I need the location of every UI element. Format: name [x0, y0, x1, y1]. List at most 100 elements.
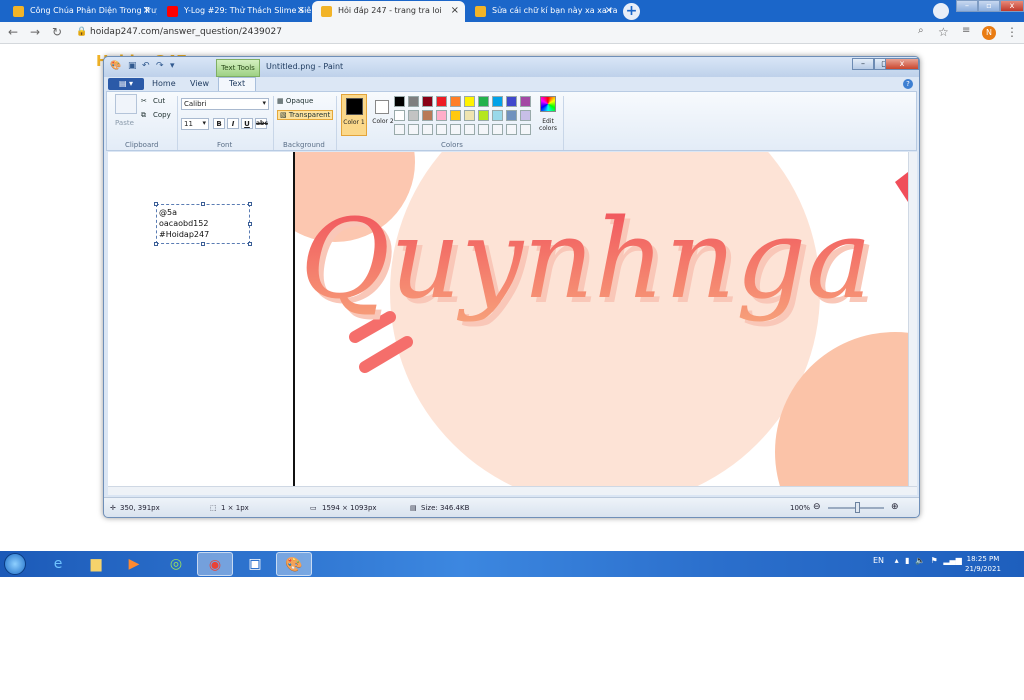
paste-icon[interactable] — [115, 94, 137, 114]
tab-home[interactable]: Home — [152, 79, 176, 88]
palette-swatch[interactable] — [408, 110, 419, 121]
internet-explorer-icon[interactable]: e — [40, 552, 76, 576]
tab-view[interactable]: View — [190, 79, 209, 88]
file-explorer-icon[interactable]: ▆ — [78, 552, 114, 576]
resize-handle[interactable] — [201, 242, 205, 246]
resize-handle[interactable] — [154, 242, 158, 246]
zoom-icon[interactable]: ⌕ — [918, 25, 924, 36]
palette-swatch[interactable] — [506, 96, 517, 107]
language-indicator[interactable]: EN — [873, 556, 884, 565]
save-icon[interactable]: ▣ — [128, 61, 139, 72]
palette-swatch[interactable] — [450, 110, 461, 121]
reading-list-icon[interactable]: ≡ — [962, 25, 970, 36]
close-icon[interactable]: × — [605, 5, 613, 16]
tab-hoidap-active[interactable]: Hỏi đáp 247 - trang tra loi × — [312, 1, 465, 22]
palette-swatch-empty[interactable] — [436, 124, 447, 135]
file-menu-button[interactable]: ▤ ▾ — [108, 78, 144, 90]
start-button[interactable] — [4, 553, 26, 575]
color1-button[interactable]: Color 1 — [341, 94, 367, 136]
palette-swatch-empty[interactable] — [408, 124, 419, 135]
new-tab-button[interactable]: + — [623, 3, 640, 20]
zoom-out-icon[interactable]: ⊖ — [813, 502, 821, 512]
palette-swatch-empty[interactable] — [450, 124, 461, 135]
close-icon[interactable]: × — [143, 5, 151, 16]
profile-icon[interactable] — [933, 3, 949, 19]
palette-swatch[interactable] — [422, 110, 433, 121]
transparent-button[interactable]: ▧ Transparent — [277, 110, 334, 120]
palette-swatch[interactable] — [436, 96, 447, 107]
reload-icon[interactable]: ↻ — [52, 25, 62, 39]
vertical-scrollbar[interactable] — [908, 152, 917, 486]
italic-button[interactable]: I — [227, 118, 239, 129]
opaque-button[interactable]: ▦ Opaque — [277, 97, 313, 105]
help-icon[interactable]: ? — [903, 79, 913, 89]
minimize-button[interactable]: – — [956, 0, 978, 12]
palette-swatch[interactable] — [394, 110, 405, 121]
strikethrough-button[interactable]: abc — [255, 118, 268, 129]
paint-taskbar-icon[interactable]: 🎨 — [276, 552, 312, 576]
resize-handle[interactable] — [154, 202, 158, 206]
font-size-select[interactable]: 11 ▾ — [181, 118, 209, 130]
green-app-icon[interactable]: ◎ — [158, 552, 194, 576]
palette-swatch[interactable] — [464, 96, 475, 107]
font-family-select[interactable]: Calibri ▾ — [181, 98, 269, 110]
bold-button[interactable]: B — [213, 118, 225, 129]
restore-button[interactable]: ▫ — [978, 0, 1000, 12]
horizontal-scrollbar[interactable] — [108, 486, 917, 495]
palette-swatch-empty[interactable] — [464, 124, 475, 135]
tab-cong-chua[interactable]: Công Chúa Phản Diện Trong Truy × — [4, 1, 157, 22]
palette-swatch[interactable] — [492, 110, 503, 121]
quick-access-dropdown-icon[interactable]: ▾ — [170, 61, 181, 72]
close-window-button[interactable]: x — [1000, 0, 1024, 12]
paint-close-button[interactable]: x — [885, 58, 919, 70]
canvas-area[interactable]: @5a oacaobd152 #Hoidap247 Quynhnga Quynh… — [108, 152, 908, 486]
underline-button[interactable]: U — [241, 118, 253, 129]
forward-arrow-icon[interactable]: → — [30, 25, 40, 39]
palette-swatch-empty[interactable] — [492, 124, 503, 135]
palette-swatch-empty[interactable] — [422, 124, 433, 135]
tab-text[interactable]: Text — [218, 77, 257, 91]
zoom-app-icon[interactable]: ▣ — [237, 552, 273, 576]
clock[interactable]: 18:25 PM 21/9/2021 — [965, 554, 1001, 574]
paint-minimize-button[interactable]: – — [852, 58, 874, 70]
paste-button[interactable]: Paste — [115, 119, 134, 127]
menu-dots-icon[interactable]: ⋮ — [1006, 25, 1018, 39]
tab-ylog[interactable]: Y-Log #29: Thử Thách Slime Siêu × — [158, 1, 311, 22]
show-hidden-icons-icon[interactable]: ▴ — [895, 556, 899, 565]
close-icon[interactable]: × — [451, 5, 459, 16]
resize-handle[interactable] — [248, 222, 252, 226]
resize-handle[interactable] — [248, 242, 252, 246]
palette-swatch[interactable] — [436, 110, 447, 121]
palette-swatch[interactable] — [450, 96, 461, 107]
cut-icon[interactable]: ✂ — [141, 97, 147, 105]
palette-swatch[interactable] — [478, 110, 489, 121]
undo-icon[interactable]: ↶ — [142, 61, 153, 72]
copy-icon[interactable]: ⧉ — [141, 111, 146, 120]
color2-button[interactable]: Color 2 — [370, 94, 396, 136]
signal-icon[interactable]: ▂▄▆ — [943, 556, 961, 565]
edit-colors-button[interactable]: Edit colors — [537, 94, 559, 136]
close-icon[interactable]: × — [297, 5, 305, 16]
palette-swatch[interactable] — [478, 96, 489, 107]
palette-swatch[interactable] — [520, 110, 531, 121]
copy-button[interactable]: Copy — [153, 111, 171, 119]
palette-swatch-empty[interactable] — [520, 124, 531, 135]
palette-swatch[interactable] — [506, 110, 517, 121]
volume-icon[interactable]: 🔈 — [915, 556, 925, 565]
resize-handle[interactable] — [201, 202, 205, 206]
palette-swatch-empty[interactable] — [478, 124, 489, 135]
palette-swatch[interactable] — [492, 96, 503, 107]
cut-button[interactable]: Cut — [153, 97, 165, 105]
palette-swatch[interactable] — [464, 110, 475, 121]
palette-swatch[interactable] — [422, 96, 433, 107]
palette-swatch-empty[interactable] — [394, 124, 405, 135]
palette-swatch[interactable] — [408, 96, 419, 107]
media-player-icon[interactable]: ▶ — [116, 552, 152, 576]
bookmark-star-icon[interactable]: ☆ — [938, 25, 949, 39]
resize-handle[interactable] — [248, 202, 252, 206]
redo-icon[interactable]: ↷ — [156, 61, 167, 72]
palette-swatch[interactable] — [394, 96, 405, 107]
zoom-in-icon[interactable]: ⊕ — [891, 502, 899, 512]
flag-icon[interactable]: ⚑ — [931, 556, 938, 565]
tab-sua-chu-ki[interactable]: Sửa cái chữ kí bạn này xa xa ra x × — [466, 1, 619, 22]
